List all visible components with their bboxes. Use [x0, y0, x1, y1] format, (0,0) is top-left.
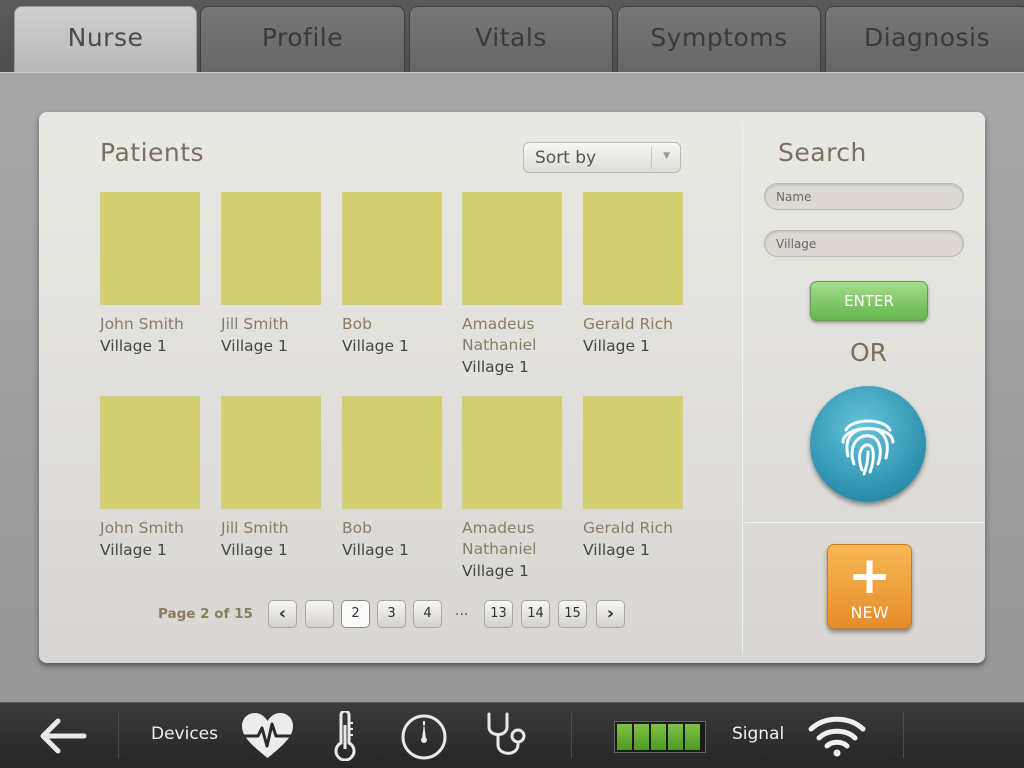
- patient-name: John Smith: [100, 519, 184, 537]
- tab-profile[interactable]: Profile: [200, 6, 405, 72]
- page-indicator: Page 2 of 15: [158, 606, 253, 622]
- vertical-divider: [742, 123, 743, 653]
- search-title: Search: [778, 138, 867, 167]
- page-button[interactable]: 13: [484, 600, 513, 628]
- sort-by-label: Sort by: [535, 148, 597, 168]
- patient-photo[interactable]: [583, 396, 683, 509]
- enter-button[interactable]: ENTER: [810, 281, 928, 321]
- patient-card[interactable]: Jill Smith Village 1: [221, 396, 331, 561]
- patient-village: Village 1: [342, 337, 409, 355]
- tab-vitals[interactable]: Vitals: [409, 6, 613, 72]
- battery-cell: [668, 724, 683, 750]
- wifi-icon: [808, 716, 866, 757]
- patient-village: Village 1: [583, 541, 650, 559]
- or-label: OR: [850, 338, 888, 367]
- patient-card[interactable]: John Smith Village 1: [100, 396, 210, 561]
- patient-name: Jill Smith: [221, 519, 289, 537]
- page-ellipsis: ...: [455, 603, 469, 619]
- patient-photo[interactable]: [342, 396, 442, 509]
- bar-divider: [571, 712, 572, 758]
- page-button[interactable]: 3: [377, 600, 406, 628]
- patient-photo[interactable]: [100, 396, 200, 509]
- patient-card[interactable]: Bob Village 1: [342, 192, 452, 357]
- page-button[interactable]: 14: [521, 600, 550, 628]
- patient-name: Bob: [342, 519, 372, 537]
- patient-card[interactable]: Gerald Rich Village 1: [583, 396, 693, 561]
- stethoscope-icon[interactable]: [483, 711, 529, 761]
- patient-village: Village 1: [462, 562, 529, 580]
- back-arrow-icon[interactable]: [36, 716, 88, 756]
- tab-diagnosis[interactable]: Diagnosis: [825, 6, 1024, 72]
- page-button-current[interactable]: 2: [341, 600, 370, 628]
- patient-name: Gerald Rich: [583, 519, 673, 537]
- page-button[interactable]: 4: [413, 600, 442, 628]
- patient-name: Amadeus Nathaniel: [462, 315, 537, 354]
- signal-label: Signal: [732, 724, 785, 744]
- devices-label: Devices: [151, 724, 218, 744]
- patient-name: Amadeus Nathaniel: [462, 519, 537, 558]
- patient-photo[interactable]: [100, 192, 200, 305]
- patient-photo[interactable]: [342, 192, 442, 305]
- fingerprint-icon: [841, 419, 895, 476]
- patient-card[interactable]: Amadeus Nathaniel Village 1: [462, 396, 562, 582]
- patient-village: Village 1: [221, 337, 288, 355]
- thermometer-icon[interactable]: [333, 711, 357, 761]
- patient-photo[interactable]: [583, 192, 683, 305]
- chevron-right-icon: ›: [606, 603, 615, 624]
- battery-cell: [685, 724, 700, 750]
- patient-card[interactable]: Jill Smith Village 1: [221, 192, 331, 357]
- battery-cell: [634, 724, 649, 750]
- chevron-down-icon: ▼: [663, 151, 670, 161]
- tab-label: Nurse: [67, 23, 144, 52]
- patient-name: Bob: [342, 315, 372, 333]
- patient-village: Village 1: [221, 541, 288, 559]
- next-page-button[interactable]: ›: [596, 600, 625, 628]
- new-patient-button[interactable]: + NEW: [827, 544, 912, 629]
- battery-indicator: [614, 721, 706, 753]
- chevron-left-icon: ‹: [278, 603, 287, 624]
- patients-title: Patients: [100, 138, 205, 167]
- bar-divider: [118, 712, 119, 758]
- heart-rate-icon[interactable]: [240, 712, 295, 760]
- patient-name: Gerald Rich: [583, 315, 673, 333]
- village-search-input[interactable]: [764, 230, 964, 257]
- patient-photo[interactable]: [221, 396, 321, 509]
- tab-bar: Nurse Profile Vitals Symptoms Diagnosis: [0, 0, 1024, 74]
- tab-label: Diagnosis: [863, 23, 991, 52]
- name-search-input[interactable]: [764, 183, 964, 210]
- battery-cell: [617, 724, 632, 750]
- page-button[interactable]: [305, 600, 334, 628]
- patient-village: Village 1: [462, 358, 529, 376]
- fingerprint-scan-button[interactable]: [810, 386, 926, 502]
- battery-cell: [651, 724, 666, 750]
- patient-village: Village 1: [100, 337, 167, 355]
- prev-page-button[interactable]: ‹: [268, 600, 297, 628]
- patient-village: Village 1: [583, 337, 650, 355]
- tab-symptoms[interactable]: Symptoms: [617, 6, 821, 72]
- horizontal-divider: [745, 522, 985, 523]
- patient-card[interactable]: Bob Village 1: [342, 396, 452, 561]
- patient-card[interactable]: Gerald Rich Village 1: [583, 192, 693, 357]
- sort-by-dropdown[interactable]: Sort by ▼: [523, 142, 681, 173]
- gauge-icon[interactable]: [400, 713, 448, 761]
- patient-village: Village 1: [342, 541, 409, 559]
- patient-card[interactable]: Amadeus Nathaniel Village 1: [462, 192, 562, 378]
- patient-photo[interactable]: [462, 192, 562, 305]
- dropdown-separator: [651, 147, 652, 169]
- page-button[interactable]: 15: [558, 600, 587, 628]
- bar-divider: [903, 712, 904, 758]
- new-label: NEW: [850, 603, 889, 622]
- patient-card[interactable]: John Smith Village 1: [100, 192, 210, 357]
- patient-photo[interactable]: [462, 396, 562, 509]
- tab-label: Vitals: [475, 23, 547, 52]
- patient-photo[interactable]: [221, 192, 321, 305]
- patient-village: Village 1: [100, 541, 167, 559]
- patient-name: John Smith: [100, 315, 184, 333]
- tab-label: Profile: [261, 23, 344, 52]
- tab-nurse[interactable]: Nurse: [14, 6, 197, 74]
- plus-icon: +: [847, 546, 892, 606]
- patient-name: Jill Smith: [221, 315, 289, 333]
- tab-label: Symptoms: [650, 23, 788, 52]
